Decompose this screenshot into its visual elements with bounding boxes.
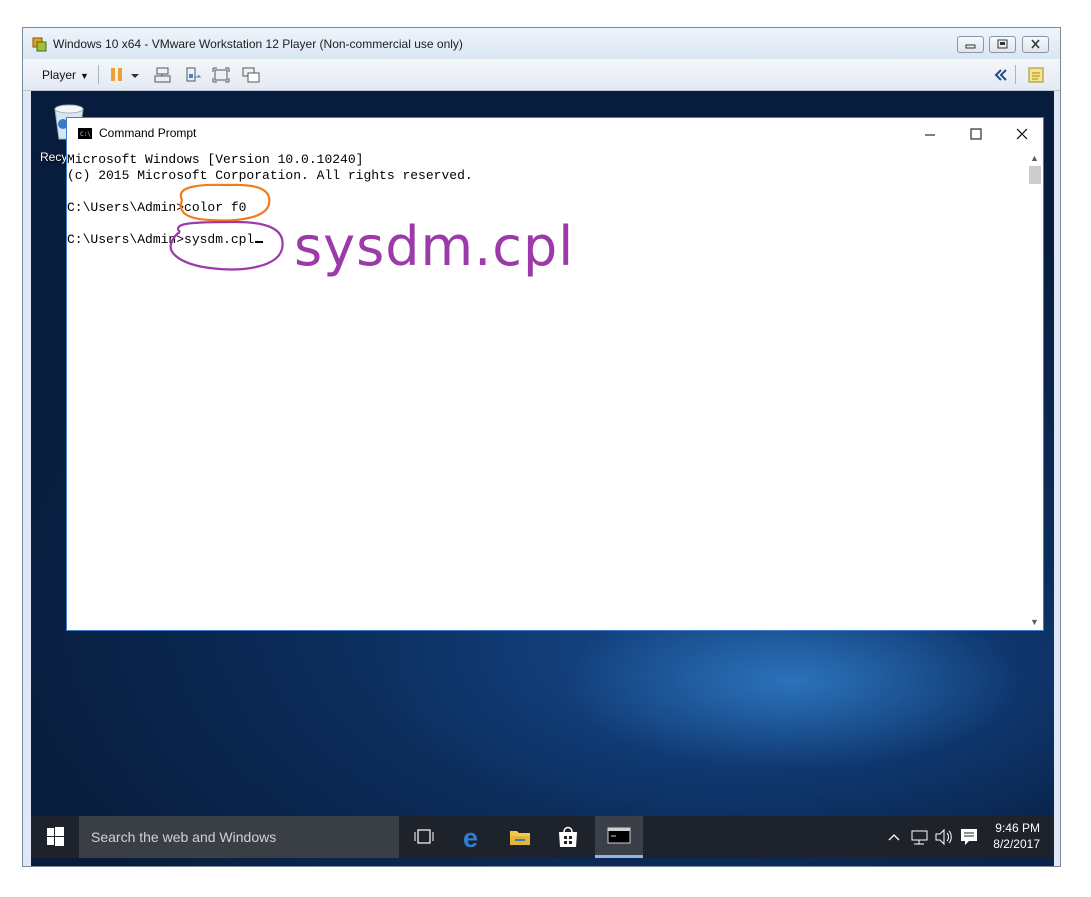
store-button[interactable] <box>545 816 591 858</box>
full-screen-icon[interactable] <box>211 65 231 85</box>
command-prompt-taskbar-button[interactable] <box>595 816 643 858</box>
chevron-down-icon: ▼ <box>80 71 89 81</box>
cmd-maximize-button[interactable] <box>953 122 999 146</box>
cmd-console-output[interactable]: Microsoft Windows [Version 10.0.10240] (… <box>67 150 1028 630</box>
volume-icon[interactable] <box>933 826 955 848</box>
cmd-app-icon: C:\ <box>78 128 92 139</box>
cmd-minimize-button[interactable] <box>907 122 953 146</box>
notes-icon[interactable] <box>1026 65 1046 85</box>
edge-button[interactable]: e <box>449 816 495 858</box>
cmd-icon <box>607 827 631 844</box>
svg-text:e: e <box>463 823 478 853</box>
console-line: C:\Users\Admin>color f0 <box>67 200 247 215</box>
vmware-minimize-button[interactable] <box>957 36 984 53</box>
console-current-line: C:\Users\Admin>sysdm.cpl <box>67 232 264 247</box>
unity-icon[interactable] <box>241 65 261 85</box>
guest-desktop[interactable]: Recycl C:\ Command Prompt Microsoft Wind… <box>31 91 1054 866</box>
collapse-library-icon[interactable] <box>993 65 1009 85</box>
command-prompt-window[interactable]: C:\ Command Prompt Microsoft Windows [Ve… <box>66 117 1044 631</box>
console-line: (c) 2015 Microsoft Corporation. All righ… <box>67 168 473 183</box>
scroll-down-icon[interactable]: ▼ <box>1030 617 1040 627</box>
edge-icon: e <box>463 823 478 853</box>
text-cursor <box>255 241 264 243</box>
send-ctrl-alt-del-icon[interactable] <box>153 65 173 85</box>
scroll-up-icon[interactable]: ▲ <box>1030 153 1040 163</box>
vmware-titlebar[interactable]: Windows 10 x64 - VMware Workstation 12 P… <box>23 28 1060 59</box>
vmware-app-icon <box>32 37 47 52</box>
cmd-scrollbar[interactable]: ▲ ▼ <box>1027 150 1043 630</box>
windows-taskbar: Search the web and Windows e 9:46 PM 8/2… <box>31 816 1054 858</box>
start-button[interactable] <box>31 816 79 858</box>
cmd-close-button[interactable] <box>999 122 1045 146</box>
console-line: C:\Users\Admin>sysdm.cpl <box>67 232 255 247</box>
vmware-close-button[interactable] <box>1022 36 1049 53</box>
pause-dropdown-icon[interactable] <box>129 65 141 85</box>
file-explorer-button[interactable] <box>497 816 543 858</box>
vmware-window-title: Windows 10 x64 - VMware Workstation 12 P… <box>53 37 463 51</box>
task-view-button[interactable] <box>401 816 447 858</box>
vmware-restore-button[interactable] <box>989 36 1016 53</box>
taskbar-search-box[interactable]: Search the web and Windows <box>79 816 399 858</box>
folder-icon <box>510 831 530 845</box>
console-line: Microsoft Windows [Version 10.0.10240] <box>67 152 364 167</box>
windows-logo-icon <box>47 827 64 846</box>
pause-icon[interactable] <box>109 65 129 85</box>
vmware-window: Windows 10 x64 - VMware Workstation 12 P… <box>22 27 1061 867</box>
toolbar-divider <box>98 65 99 84</box>
removable-devices-icon[interactable] <box>183 65 203 85</box>
network-icon[interactable] <box>909 826 931 848</box>
toolbar-divider <box>1015 65 1016 84</box>
scrollbar-thumb[interactable] <box>1029 166 1041 184</box>
task-view-icon <box>414 829 434 844</box>
vmware-toolbar: Player ▼ <box>23 59 1060 91</box>
show-hidden-icons-icon[interactable] <box>887 826 901 848</box>
action-center-icon[interactable] <box>958 826 980 848</box>
store-icon <box>559 826 577 847</box>
taskbar-clock-date[interactable]: 8/2/2017 <box>993 837 1040 851</box>
cmd-window-title: Command Prompt <box>99 126 197 140</box>
player-menu[interactable]: Player ▼ <box>42 68 89 82</box>
player-menu-label: Player <box>42 68 77 82</box>
search-placeholder: Search the web and Windows <box>91 829 277 845</box>
taskbar-clock-time[interactable]: 9:46 PM <box>995 821 1040 835</box>
